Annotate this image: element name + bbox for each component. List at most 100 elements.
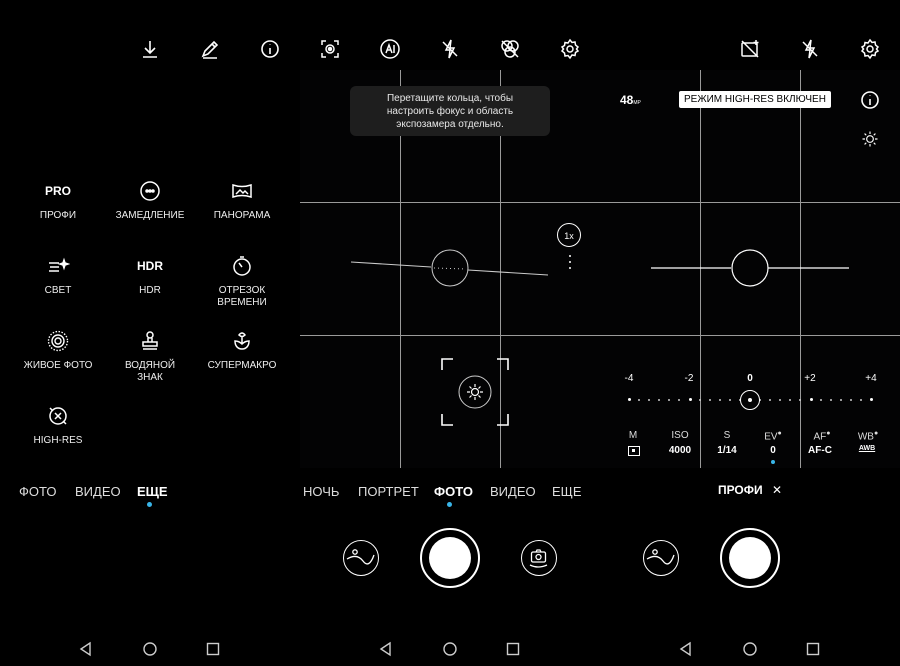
raw-off-icon[interactable] — [738, 37, 762, 61]
flash-off-icon[interactable] — [438, 37, 462, 61]
tip-text: Перетащите кольца, чтобы настроить фокус… — [386, 92, 514, 130]
param-shutter[interactable]: S — [707, 430, 747, 441]
ev-tick — [870, 398, 873, 401]
recents-icon[interactable] — [505, 641, 521, 657]
home-icon[interactable] — [742, 641, 758, 657]
tip-toast: Перетащите кольца, чтобы настроить фокус… — [350, 86, 550, 136]
tab-video[interactable]: ВИДЕО — [490, 484, 536, 499]
recents-icon[interactable] — [205, 641, 221, 657]
param-wb[interactable]: WB● — [848, 430, 888, 442]
tab-photo[interactable]: ФОТО — [19, 484, 56, 499]
ev-scale-label: -2 — [684, 373, 694, 384]
ev-tick — [728, 399, 731, 401]
light-painting-icon — [49, 257, 70, 272]
tab-video[interactable]: ВИДЕО — [75, 484, 121, 499]
ai-icon[interactable] — [378, 37, 402, 61]
mode-label: HDR — [139, 285, 161, 296]
ev-tick — [849, 399, 852, 401]
tab-more[interactable]: ЕЩЕ — [137, 484, 168, 499]
mode-selection-panel: PRO ПРОФИ ЗАМЕДЛЕНИЕ ПАНОРАМА СВЕТ HDR H… — [0, 0, 300, 666]
mode-label: ПАНОРАМА — [213, 210, 271, 221]
mode-super-macro[interactable]: СУПЕРМАКРО — [192, 328, 292, 372]
shutter-button[interactable] — [420, 528, 480, 588]
active-tab-indicator — [147, 502, 152, 507]
gallery-thumbnail[interactable] — [343, 540, 379, 576]
close-pro-mode-icon[interactable]: ✕ — [772, 483, 782, 497]
mode-pro[interactable]: PRO ПРОФИ — [8, 178, 108, 222]
tab-more[interactable]: ЕЩЕ — [552, 484, 582, 499]
ai-scene-icon[interactable] — [318, 37, 342, 61]
switch-camera-icon — [529, 549, 548, 568]
tab-portrait[interactable]: ПОРТРЕТ — [358, 484, 419, 499]
sun-icon — [467, 384, 483, 400]
megapixel-unit: MP — [633, 100, 641, 106]
mode-high-res[interactable]: HIGH-RES — [8, 403, 108, 447]
zoom-level: 1x — [564, 231, 574, 241]
ev-value: 0 — [770, 445, 776, 456]
high-res-badge: РЕЖИМ HIGH-RES ВКЛЮЧЕН — [679, 91, 831, 108]
brightness-icon[interactable] — [860, 129, 880, 149]
active-tab-indicator — [447, 502, 452, 507]
settings-gear-icon[interactable] — [858, 37, 882, 61]
filter-off-icon[interactable] — [498, 37, 522, 61]
param-iso[interactable]: ISO — [660, 430, 700, 441]
back-icon[interactable] — [78, 641, 94, 657]
live-photo-icon — [47, 330, 69, 352]
mode-slow-motion[interactable]: ЗАМЕДЛЕНИЕ — [100, 178, 200, 222]
param-ev[interactable]: EV● — [753, 430, 793, 442]
gallery-thumbnail[interactable] — [643, 540, 679, 576]
mode-label: СУПЕРМАКРО — [207, 360, 277, 371]
mode-label: СВЕТ — [44, 285, 72, 296]
info-icon[interactable] — [858, 88, 880, 110]
mode-hdr[interactable]: HDR HDR — [100, 253, 200, 297]
wb-value: AWB — [858, 445, 876, 452]
mode-label: ЗАМЕДЛЕНИЕ — [115, 210, 185, 221]
gallery-icon — [346, 549, 375, 565]
ev-tick — [688, 398, 692, 401]
switch-camera-button[interactable] — [521, 540, 557, 576]
home-icon[interactable] — [442, 641, 458, 657]
super-macro-icon — [234, 332, 250, 350]
ev-tick — [809, 398, 813, 401]
slow-motion-icon — [140, 181, 160, 201]
shutter-value: 1/14 — [717, 445, 737, 456]
edit-icon[interactable] — [198, 37, 222, 61]
flash-off-icon[interactable] — [798, 37, 822, 61]
watermark-icon — [142, 331, 158, 350]
ev-tick — [698, 399, 701, 401]
ev-tick — [628, 398, 631, 401]
recents-icon[interactable] — [805, 641, 821, 657]
ev-tick — [859, 399, 862, 401]
back-icon[interactable] — [378, 641, 394, 657]
shutter-button[interactable] — [720, 528, 780, 588]
tab-night[interactable]: НОЧЬ — [303, 484, 339, 499]
zoom-button[interactable]: 1x — [557, 223, 581, 247]
megapixel-indicator: 48MP — [620, 93, 641, 107]
mode-watermark[interactable]: ВОДЯНОЙ ЗНАК — [100, 328, 200, 384]
mode-label: ЖИВОЕ ФОТО — [23, 360, 93, 371]
param-metering[interactable]: M — [613, 430, 653, 441]
mode-label: ВОДЯНОЙ ЗНАК — [124, 360, 176, 383]
pro-mode-header: ПРОФИ ✕ — [600, 483, 900, 497]
param-af[interactable]: AF● — [802, 430, 842, 442]
download-icon[interactable] — [138, 37, 162, 61]
ev-scale-label: +4 — [865, 373, 877, 384]
back-icon[interactable] — [678, 641, 694, 657]
tab-photo[interactable]: ФОТО — [434, 484, 473, 499]
mode-panorama[interactable]: ПАНОРАМА — [192, 178, 292, 222]
home-icon[interactable] — [142, 641, 158, 657]
ev-scale-label: 0 — [747, 373, 753, 384]
megapixel-value: 48 — [620, 93, 634, 107]
mode-label: ОТРЕЗОК ВРЕМЕНИ — [217, 285, 267, 308]
exposure-metering-frame[interactable] — [441, 358, 509, 426]
timelapse-icon — [233, 256, 251, 276]
settings-gear-icon[interactable] — [558, 37, 582, 61]
ev-tick — [708, 399, 711, 401]
mode-live-photo[interactable]: ЖИВОЕ ФОТО — [8, 328, 108, 372]
ev-scale-label: -4 — [624, 373, 634, 384]
mode-timelapse[interactable]: ОТРЕЗОК ВРЕМЕНИ — [192, 253, 292, 309]
mode-light[interactable]: СВЕТ — [8, 253, 108, 297]
ev-tick — [819, 399, 822, 401]
ev-slider-thumb[interactable] — [740, 390, 760, 410]
info-icon[interactable] — [258, 37, 282, 61]
